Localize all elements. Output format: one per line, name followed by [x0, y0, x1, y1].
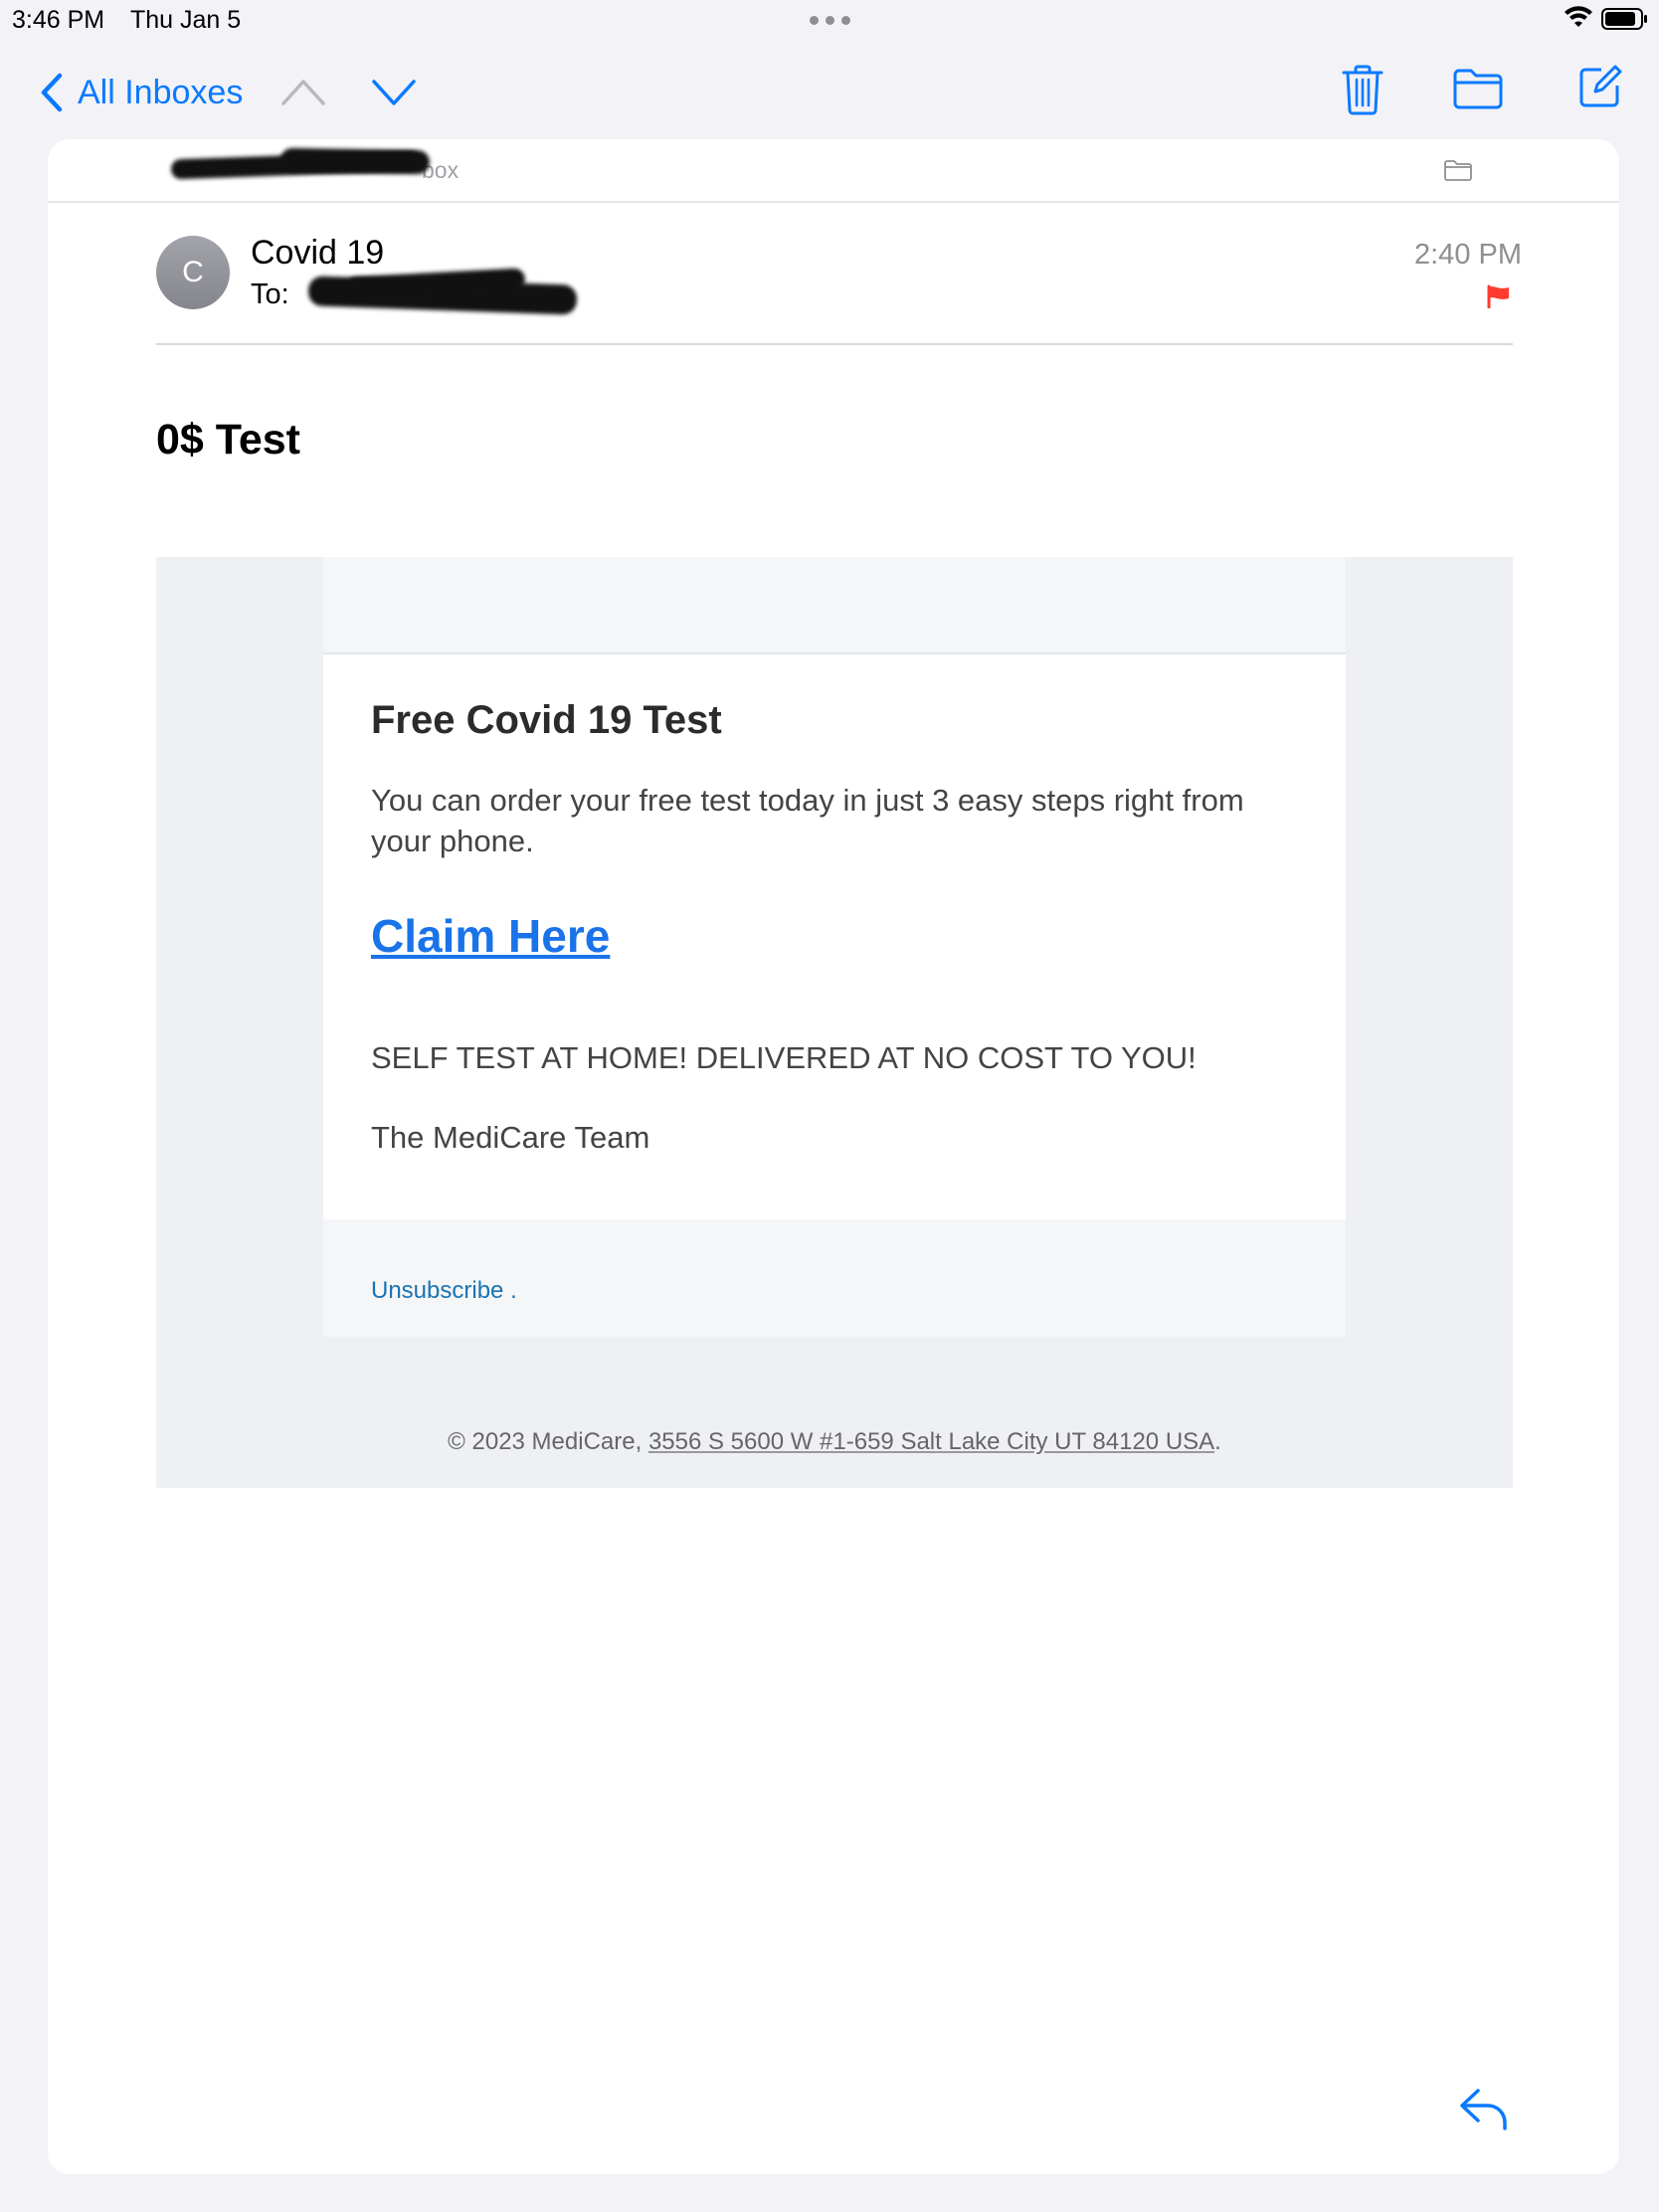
chevron-left-icon — [41, 73, 63, 112]
sender-avatar[interactable]: C — [156, 236, 230, 309]
email-notice: SELF TEST AT HOME! DELIVERED AT NO COST … — [371, 1040, 1197, 1075]
wifi-icon — [1565, 6, 1592, 27]
status-bar: 3:46 PM Thu Jan 5 — [0, 0, 1659, 42]
mailbox-row: box — [48, 139, 1619, 203]
compose-icon[interactable] — [1577, 64, 1623, 109]
email-signature: The MediCare Team — [371, 1120, 650, 1155]
trash-icon[interactable] — [1341, 64, 1384, 115]
email-subject: 0$ Test — [156, 416, 300, 463]
copyright-address[interactable]: 3556 S 5600 W #1-659 Salt Lake City UT 8… — [648, 1428, 1214, 1455]
header-divider — [156, 343, 1513, 345]
flag-icon[interactable] — [1486, 284, 1512, 308]
recipient-label: To: — [251, 278, 289, 310]
claim-link[interactable]: Claim Here — [371, 909, 610, 963]
status-time: 3:46 PM — [12, 6, 105, 34]
email-body: Free Covid 19 Test You can order your fr… — [156, 557, 1513, 1488]
unsubscribe-link[interactable]: Unsubscribe . — [371, 1277, 517, 1305]
message-card: box C Covid 19 To: 2:40 PM 0$ Test Free … — [48, 139, 1619, 2174]
redacted-mailbox-2 — [279, 147, 431, 175]
mailbox-folder-icon[interactable] — [1444, 159, 1472, 181]
email-header-strip — [323, 557, 1346, 654]
back-label: All Inboxes — [78, 73, 244, 111]
nav-bar: All Inboxes — [0, 52, 1659, 131]
email-footer: Unsubscribe . — [323, 1219, 1346, 1337]
received-time: 2:40 PM — [1414, 239, 1522, 271]
back-button[interactable]: All Inboxes — [38, 70, 243, 115]
copyright-suffix: . — [1214, 1428, 1221, 1455]
email-heading: Free Covid 19 Test — [371, 698, 722, 742]
unsubscribe-suffix: . — [503, 1277, 517, 1304]
chevron-down-icon[interactable] — [371, 74, 417, 109]
reply-icon[interactable] — [1458, 2087, 1510, 2132]
copyright-text: © 2023 MediCare, 3556 S 5600 W #1-659 Sa… — [156, 1428, 1513, 1456]
folder-icon[interactable] — [1452, 68, 1504, 109]
chevron-up-icon[interactable] — [280, 74, 326, 109]
email-content: Free Covid 19 Test You can order your fr… — [323, 654, 1346, 1219]
multitask-dots-icon[interactable] — [810, 16, 850, 25]
status-date: Thu Jan 5 — [130, 6, 242, 34]
unsubscribe-label[interactable]: Unsubscribe — [371, 1277, 503, 1304]
email-paragraph: You can order your free test today in ju… — [371, 783, 1244, 858]
sender-name[interactable]: Covid 19 — [251, 234, 384, 273]
battery-icon — [1601, 8, 1647, 30]
copyright-prefix: © 2023 MediCare, — [448, 1428, 648, 1455]
